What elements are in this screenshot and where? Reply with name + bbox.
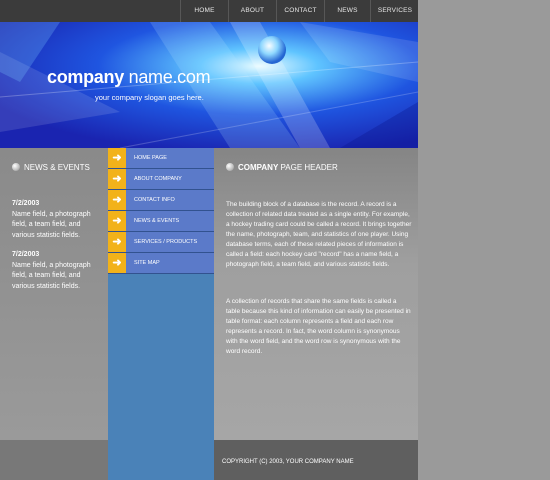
top-navigation: HOME ABOUT CONTACT NEWS SERVICES: [0, 0, 418, 22]
footer-left: [0, 440, 108, 480]
news-item: 7/2/2003 Name field, a photograph field,…: [12, 250, 102, 292]
menu-item-site-map[interactable]: ➜ SITE MAP: [108, 253, 214, 274]
company-slogan: your company slogan goes here.: [95, 93, 204, 102]
news-text: Name field, a photograph field, a team f…: [12, 261, 91, 290]
news-date: 7/2/2003: [12, 251, 40, 258]
bullet-icon: [12, 163, 20, 171]
side-menu: ➜ HOME PAGE ➜ ABOUT COMPANY ➜ CONTACT INFO …: [108, 148, 214, 440]
menu-item-services-products[interactable]: ➜ SERVICES / PRODUCTS: [108, 232, 214, 253]
menu-item-contact-info[interactable]: ➜ CONTACT INFO: [108, 190, 214, 211]
arrow-right-icon: ➜: [108, 169, 126, 189]
arrow-right-icon: ➜: [108, 211, 126, 231]
body-paragraph: A collection of records that share the s…: [226, 298, 411, 355]
website-layout: HOME ABOUT CONTACT NEWS SERVICES company…: [0, 0, 418, 480]
body-paragraph: The building block of a database is the …: [226, 201, 412, 268]
news-item: 7/2/2003 Name field, a photograph field,…: [12, 199, 102, 241]
arrow-right-icon: ➜: [108, 253, 126, 273]
arrow-right-icon: ➜: [108, 190, 126, 210]
menu-item-news-events[interactable]: ➜ NEWS & EVENTS: [108, 211, 214, 232]
nav-services[interactable]: SERVICES: [370, 0, 418, 22]
arrow-right-icon: ➜: [108, 232, 126, 252]
copyright-text: COPYRIGHT (C) 2003, YOUR COMPANY NAME: [222, 459, 354, 465]
page-header: COMPANY PAGE HEADER: [226, 163, 338, 172]
news-text: Name field, a photograph field, a team f…: [12, 210, 91, 239]
company-logo-text: company name.com: [47, 67, 211, 87]
news-sidebar: NEWS & EVENTS 7/2/2003 Name field, a pho…: [0, 148, 108, 440]
footer-middle: [108, 440, 214, 480]
nav-about[interactable]: ABOUT: [228, 0, 276, 22]
arrow-right-icon: ➜: [108, 148, 126, 168]
nav-home[interactable]: HOME: [180, 0, 228, 22]
news-header: NEWS & EVENTS: [12, 163, 90, 172]
menu-item-home-page[interactable]: ➜ HOME PAGE: [108, 148, 214, 169]
bullet-icon: [226, 163, 234, 171]
nav-contact[interactable]: CONTACT: [276, 0, 324, 22]
menu-item-about-company[interactable]: ➜ ABOUT COMPANY: [108, 169, 214, 190]
main-content: COMPANY PAGE HEADER The building block o…: [214, 148, 418, 440]
nav-news[interactable]: NEWS: [324, 0, 370, 22]
header-banner: company name.com your company slogan goe…: [0, 22, 418, 148]
news-date: 7/2/2003: [12, 200, 40, 207]
footer: COPYRIGHT (C) 2003, YOUR COMPANY NAME: [0, 440, 418, 480]
